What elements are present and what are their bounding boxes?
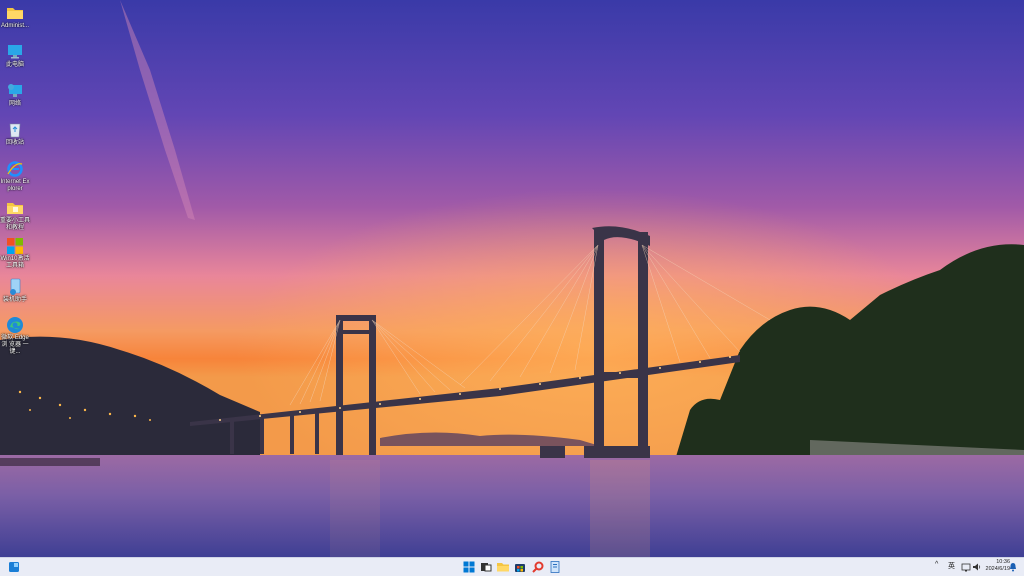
desktop-icon-tools-folder[interactable]: 重要小工具 和教程 xyxy=(0,199,30,232)
network-status-icon[interactable] xyxy=(961,561,971,573)
desktop-icon-edge[interactable]: 微软 Edge浏 览器 一键... xyxy=(0,316,30,356)
input-method-indicator[interactable]: 英 xyxy=(948,561,955,573)
tray-overflow-chevron[interactable]: ^ xyxy=(935,561,938,573)
desktop-icon-label: 重要小工具 和教程 xyxy=(0,218,31,231)
desktop-icon-installer[interactable]: 装机助手 xyxy=(0,278,30,304)
start-button-icon[interactable] xyxy=(462,560,476,574)
task-view-icon[interactable] xyxy=(479,560,493,574)
clock-time: 10:36 xyxy=(996,559,1010,565)
desktop-icon-label: 此电脑 xyxy=(5,62,24,68)
desktop-icon-label: 回收站 xyxy=(5,140,24,146)
desktop-icon-label: 网络 xyxy=(8,101,21,107)
desktop-icon-win10-activation[interactable]: Win10激活 工具箱 xyxy=(0,237,30,270)
notification-bell-icon[interactable] xyxy=(1009,561,1017,573)
installer-icon xyxy=(10,278,21,295)
desktop-icon-administrator[interactable]: Administ... xyxy=(0,4,30,30)
desktop-icon-network[interactable]: 网络 xyxy=(0,82,30,108)
recycle-bin-icon xyxy=(9,123,21,138)
widgets-icon[interactable] xyxy=(7,560,21,574)
volume-icon[interactable] xyxy=(972,561,982,573)
clock-date: 2024/6/19 xyxy=(985,566,1010,572)
folder-icon xyxy=(7,8,23,19)
desktop-icon-label: 装机助手 xyxy=(2,297,27,303)
document-app-icon[interactable] xyxy=(548,560,562,574)
desktop-icon-label: Win10激活 工具箱 xyxy=(0,256,30,269)
desktop-icon-this-pc[interactable]: 此电脑 xyxy=(0,43,30,69)
taskbar: ^ 英 10:36 2024/6/19 xyxy=(0,557,1024,576)
desktop-icon-internet-explorer[interactable]: Internet Explorer xyxy=(0,160,30,193)
edge-icon xyxy=(7,317,23,333)
desktop-icon-label: 微软 Edge浏 览器 一键... xyxy=(1,335,29,355)
desktop-icon-label: Internet Explorer xyxy=(0,179,30,192)
computer-icon xyxy=(8,45,22,59)
desktop-icon-recycle-bin[interactable]: 回收站 xyxy=(0,121,30,147)
taskbar-clock[interactable]: 10:36 2024/6/19 xyxy=(986,559,1010,573)
search-tool-icon[interactable] xyxy=(531,560,545,574)
file-explorer-icon[interactable] xyxy=(496,560,510,574)
microsoft-store-icon[interactable] xyxy=(513,560,527,574)
folder-tools-icon xyxy=(7,203,23,214)
windows-logo-icon xyxy=(7,238,23,254)
internet-explorer-icon xyxy=(7,161,23,177)
network-icon xyxy=(8,84,22,97)
desktop-wallpaper[interactable] xyxy=(0,0,1024,557)
desktop-icon-label: Administ... xyxy=(0,23,29,29)
